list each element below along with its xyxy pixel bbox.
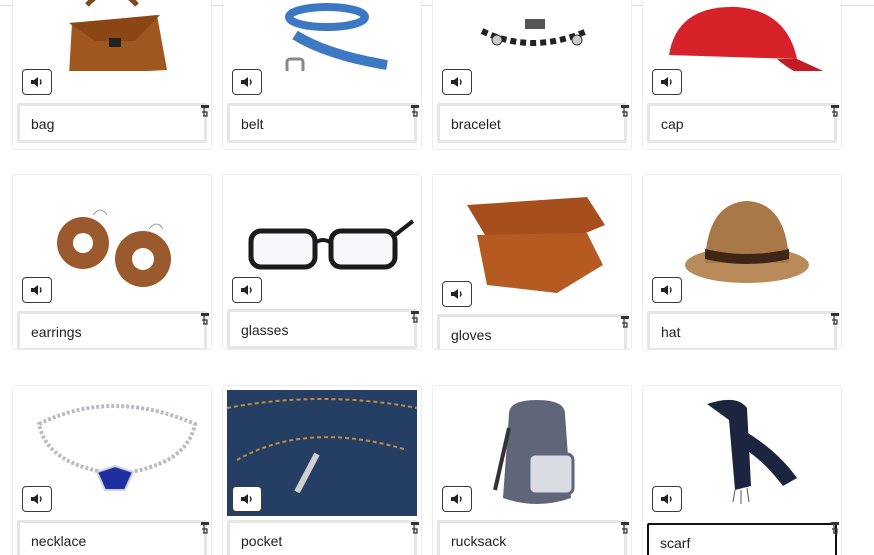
answer-field-bag[interactable]: bag	[17, 103, 207, 143]
card-glasses: glasses	[222, 174, 422, 350]
speaker-icon	[241, 494, 252, 504]
sound-button-pocket[interactable]	[232, 486, 262, 512]
pointing-hand-icon[interactable]	[830, 313, 840, 327]
speaker-icon	[31, 77, 42, 87]
sound-button-earrings[interactable]	[22, 277, 52, 303]
answer-text: bag	[31, 116, 55, 132]
pointing-hand-icon[interactable]	[200, 105, 210, 119]
speaker-icon	[661, 285, 672, 295]
answer-text: rucksack	[451, 533, 507, 549]
speaker-icon	[451, 494, 462, 504]
sound-button-rucksack[interactable]	[442, 486, 472, 512]
card-bracelet: bracelet	[432, 0, 632, 150]
speaker-icon	[451, 289, 462, 299]
answer-text: bracelet	[451, 116, 501, 132]
sound-button-scarf[interactable]	[652, 486, 682, 512]
answer-field-pocket[interactable]: pocket	[227, 520, 417, 555]
card-gloves: gloves	[432, 174, 632, 350]
answer-field-belt[interactable]: belt	[227, 103, 417, 143]
answer-text: scarf	[660, 535, 691, 551]
belt-image	[227, 0, 417, 71]
speaker-icon	[31, 285, 42, 295]
pointing-hand-icon[interactable]	[620, 316, 630, 330]
card-necklace: necklace	[12, 385, 212, 555]
bracelet-image	[437, 0, 627, 71]
card-pocket: pocket	[222, 385, 422, 555]
sound-button-bracelet[interactable]	[442, 69, 472, 95]
card-scarf: scarf	[642, 385, 842, 555]
pointing-hand-icon[interactable]	[620, 105, 630, 119]
sound-button-gloves[interactable]	[442, 281, 472, 307]
sound-button-belt[interactable]	[232, 69, 262, 95]
answer-text: cap	[661, 116, 684, 132]
pointing-hand-icon[interactable]	[620, 522, 630, 536]
answer-field-rucksack[interactable]: rucksack	[437, 520, 627, 555]
answer-text: pocket	[241, 533, 283, 549]
answer-text: belt	[241, 116, 264, 132]
sound-button-glasses[interactable]	[232, 277, 262, 303]
answer-text: necklace	[31, 533, 87, 549]
pointing-hand-icon[interactable]	[410, 311, 420, 325]
pointing-hand-icon[interactable]	[410, 105, 420, 119]
speaker-icon	[661, 494, 672, 504]
answer-text: glasses	[241, 322, 289, 338]
sound-button-cap[interactable]	[652, 69, 682, 95]
answer-field-glasses[interactable]: glasses	[227, 309, 417, 349]
answer-field-necklace[interactable]: necklace	[17, 520, 207, 555]
answer-field-scarf[interactable]: scarf	[647, 523, 837, 555]
pointing-hand-icon[interactable]	[200, 313, 210, 327]
bag-image	[17, 0, 207, 71]
pointing-hand-icon[interactable]	[830, 105, 840, 119]
pointing-hand-icon[interactable]	[200, 522, 210, 536]
answer-text: earrings	[31, 324, 82, 340]
sound-button-hat[interactable]	[652, 277, 682, 303]
cap-image	[647, 0, 837, 71]
card-hat: hat	[642, 174, 842, 350]
answer-field-earrings[interactable]: earrings	[17, 311, 207, 349]
speaker-icon	[661, 77, 672, 87]
speaker-icon	[451, 77, 462, 87]
answer-field-bracelet[interactable]: bracelet	[437, 103, 627, 143]
sound-button-necklace[interactable]	[22, 486, 52, 512]
answer-text: hat	[661, 324, 681, 340]
pointing-hand-icon[interactable]	[410, 522, 420, 536]
speaker-icon	[31, 494, 42, 504]
card-bag: bag	[12, 0, 212, 150]
answer-field-gloves[interactable]: gloves	[437, 314, 627, 349]
card-earrings: earrings	[12, 174, 212, 350]
answer-field-cap[interactable]: cap	[647, 103, 837, 143]
answer-text: gloves	[451, 327, 492, 343]
speaker-icon	[241, 285, 252, 295]
answer-field-hat[interactable]: hat	[647, 311, 837, 349]
card-belt: belt	[222, 0, 422, 150]
card-cap: cap	[642, 0, 842, 150]
sound-button-bag[interactable]	[22, 69, 52, 95]
speaker-icon	[241, 77, 252, 87]
card-rucksack: rucksack	[432, 385, 632, 555]
pointing-hand-icon[interactable]	[830, 522, 840, 536]
